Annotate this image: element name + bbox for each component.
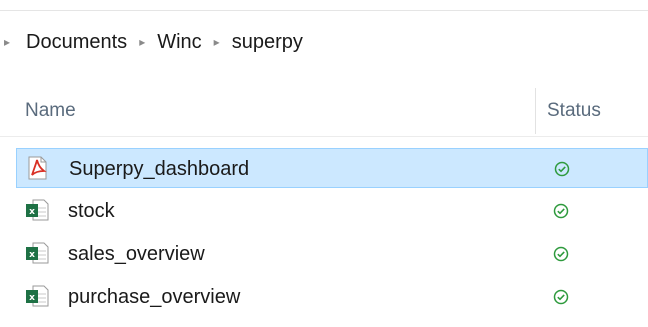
column-resize-handle[interactable] <box>535 88 536 134</box>
file-name: sales_overview <box>68 243 205 265</box>
toolbar-divider <box>0 10 648 11</box>
excel-icon: x <box>26 199 49 221</box>
file-row-superpy-dashboard[interactable]: Superpy_dashboard <box>16 148 648 188</box>
breadcrumb-chevron-icon[interactable]: ▸ <box>4 35 10 49</box>
file-explorer-window: ▸ Documents ▸ Winc ▸ superpy Name Status… <box>0 0 648 327</box>
column-header-name[interactable]: Name <box>25 100 76 122</box>
breadcrumb-item-documents[interactable]: Documents <box>26 31 127 54</box>
column-header-row: Name Status <box>0 86 648 137</box>
file-row-sales-overview[interactable]: x sales_overview <box>16 234 648 274</box>
file-row-stock[interactable]: x stock <box>16 191 648 231</box>
file-name: stock <box>68 200 115 222</box>
synced-check-icon <box>553 246 569 262</box>
breadcrumb-chevron-icon[interactable]: ▸ <box>139 35 145 49</box>
breadcrumb-chevron-icon[interactable]: ▸ <box>214 35 220 49</box>
breadcrumb-item-superpy[interactable]: superpy <box>232 31 303 54</box>
synced-check-icon <box>554 161 570 177</box>
synced-check-icon <box>553 203 569 219</box>
svg-text:x: x <box>29 207 35 217</box>
file-name: purchase_overview <box>68 286 241 308</box>
synced-check-icon <box>553 289 569 305</box>
excel-icon: x <box>26 285 49 307</box>
svg-text:x: x <box>29 250 35 260</box>
breadcrumb-item-winc[interactable]: Winc <box>157 31 201 54</box>
column-header-status[interactable]: Status <box>547 100 601 122</box>
svg-text:x: x <box>29 293 35 303</box>
file-name: Superpy_dashboard <box>69 158 250 180</box>
excel-icon: x <box>26 242 49 264</box>
breadcrumb: ▸ Documents ▸ Winc ▸ superpy <box>0 22 303 62</box>
pdf-icon <box>28 156 47 180</box>
file-row-purchase-overview[interactable]: x purchase_overview <box>16 277 648 317</box>
